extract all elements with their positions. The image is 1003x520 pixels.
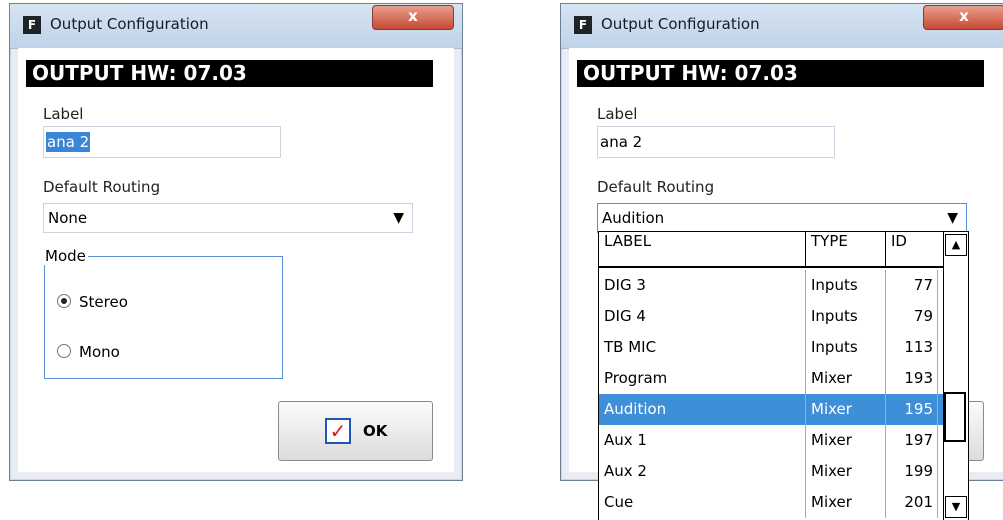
label-caption: Label bbox=[43, 105, 84, 123]
close-button[interactable]: x bbox=[923, 5, 1003, 30]
cell-type: Mixer bbox=[806, 394, 886, 425]
routing-dropdown-list[interactable]: LABEL TYPE ID DIG 3 Inputs 77 DIG 4 Inpu… bbox=[598, 231, 969, 520]
list-item[interactable]: DIG 4 Inputs 79 bbox=[599, 301, 944, 332]
column-header-id[interactable]: ID bbox=[886, 232, 938, 266]
dropdown-header-row: LABEL TYPE ID bbox=[599, 232, 944, 268]
cell-label: DIG 3 bbox=[599, 270, 806, 301]
output-config-dialog-right: F Output Configuration x OUTPUT HW: 07.0… bbox=[560, 3, 1003, 520]
label-input-value: ana 2 bbox=[600, 133, 643, 151]
list-item[interactable]: TB MIC Inputs 113 bbox=[599, 332, 944, 363]
label-caption: Label bbox=[597, 105, 638, 123]
default-routing-select[interactable]: Audition ▼ bbox=[597, 203, 967, 233]
default-routing-caption: Default Routing bbox=[597, 178, 715, 196]
list-item[interactable]: DIG 3 Inputs 77 bbox=[599, 270, 944, 301]
default-routing-select[interactable]: None ▼ bbox=[43, 203, 413, 233]
scrollbar-thumb[interactable] bbox=[944, 392, 966, 442]
cell-type: Inputs bbox=[806, 332, 886, 363]
cell-type: Inputs bbox=[806, 301, 886, 332]
cell-type: Mixer bbox=[806, 425, 886, 456]
mode-option-stereo[interactable]: Stereo bbox=[57, 293, 128, 311]
output-hw-header: OUTPUT HW: 07.03 bbox=[26, 60, 433, 87]
cell-label: Audition bbox=[599, 394, 806, 425]
cell-id: 197 bbox=[886, 425, 938, 456]
list-item[interactable]: Aux 1 Mixer 197 bbox=[599, 425, 944, 456]
mode-groupbox: Mode Stereo Mono bbox=[43, 247, 283, 379]
label-input-value: ana 2 bbox=[46, 132, 91, 152]
dropdown-arrow-icon[interactable]: ▼ bbox=[393, 204, 404, 232]
default-routing-value: None bbox=[48, 209, 88, 227]
cell-id: 193 bbox=[886, 363, 938, 394]
default-routing-caption: Default Routing bbox=[43, 178, 161, 196]
cell-id: 199 bbox=[886, 456, 938, 487]
cell-label: Aux 2 bbox=[599, 456, 806, 487]
radio-checked-icon[interactable] bbox=[57, 294, 71, 308]
dropdown-scrollbar[interactable]: ▲ ▼ bbox=[943, 232, 968, 520]
cell-label: Cue bbox=[599, 487, 806, 518]
label-input[interactable]: ana 2 bbox=[43, 126, 281, 158]
cell-id: 201 bbox=[886, 487, 938, 518]
window-title: Output Configuration bbox=[50, 15, 209, 33]
column-header-label[interactable]: LABEL bbox=[599, 232, 806, 266]
mono-label: Mono bbox=[79, 343, 120, 361]
stereo-label: Stereo bbox=[79, 293, 128, 311]
output-hw-header: OUTPUT HW: 07.03 bbox=[577, 60, 984, 87]
scroll-up-arrow-icon[interactable]: ▲ bbox=[945, 234, 967, 256]
radio-unchecked-icon[interactable] bbox=[57, 344, 71, 358]
mode-option-mono[interactable]: Mono bbox=[57, 343, 120, 361]
column-header-type[interactable]: TYPE bbox=[806, 232, 886, 266]
cell-label: TB MIC bbox=[599, 332, 806, 363]
checkmark-icon: ✓ bbox=[325, 418, 351, 444]
cell-id: 195 bbox=[886, 394, 938, 425]
app-icon: F bbox=[23, 16, 41, 34]
window-title: Output Configuration bbox=[601, 15, 760, 33]
title-bar[interactable]: F Output Configuration x bbox=[561, 4, 1003, 49]
title-bar[interactable]: F Output Configuration x bbox=[10, 4, 462, 49]
dropdown-arrow-icon[interactable]: ▼ bbox=[947, 204, 958, 232]
cell-id: 79 bbox=[886, 301, 938, 332]
cell-type: Mixer bbox=[806, 363, 886, 394]
mode-group-label: Mode bbox=[43, 247, 88, 265]
ok-button-label: OK bbox=[363, 422, 388, 440]
cell-type: Inputs bbox=[806, 270, 886, 301]
cell-type: Mixer bbox=[806, 456, 886, 487]
output-config-dialog-left: F Output Configuration x OUTPUT HW: 07.0… bbox=[9, 3, 463, 481]
dialog-body: OUTPUT HW: 07.03 Label ana 2 Default Rou… bbox=[18, 48, 454, 472]
label-input[interactable]: ana 2 bbox=[597, 126, 835, 158]
app-icon: F bbox=[574, 16, 592, 34]
cell-label: DIG 4 bbox=[599, 301, 806, 332]
cell-label: Aux 1 bbox=[599, 425, 806, 456]
cell-id: 113 bbox=[886, 332, 938, 363]
list-item[interactable]: Cue Mixer 201 bbox=[599, 487, 944, 518]
close-button[interactable]: x bbox=[372, 5, 454, 30]
cell-label: Program bbox=[599, 363, 806, 394]
list-item[interactable]: Aux 2 Mixer 199 bbox=[599, 456, 944, 487]
cell-type: Mixer bbox=[806, 487, 886, 518]
default-routing-value: Audition bbox=[602, 209, 665, 227]
list-item[interactable]: Program Mixer 193 bbox=[599, 363, 944, 394]
ok-button[interactable]: ✓ OK bbox=[278, 401, 433, 461]
cell-id: 77 bbox=[886, 270, 938, 301]
list-item-selected[interactable]: Audition Mixer 195 bbox=[599, 394, 944, 425]
